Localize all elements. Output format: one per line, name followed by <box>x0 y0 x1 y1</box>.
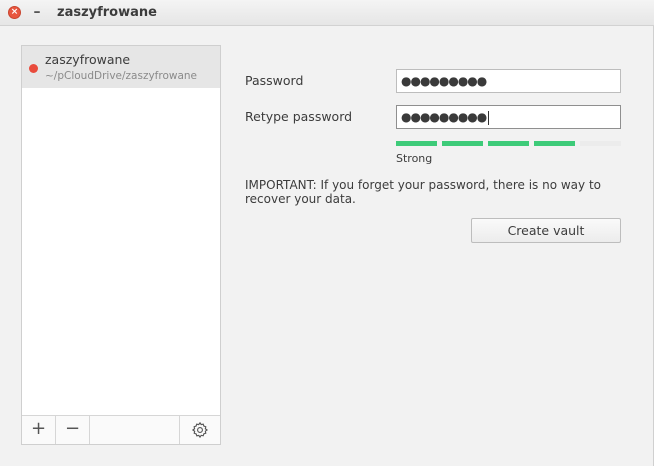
vault-list-toolbar: + − <box>22 415 220 444</box>
text-caret <box>488 110 490 125</box>
create-vault-button[interactable]: Create vault <box>471 218 621 243</box>
password-input[interactable]: ●●●●●●●●● <box>396 69 621 93</box>
vault-list: zaszyfrowane ~/pCloudDrive/zaszyfrowane … <box>21 45 221 445</box>
minimize-button[interactable]: – <box>30 4 44 20</box>
toolbar-spacer <box>90 416 180 444</box>
strength-segment <box>396 141 437 146</box>
vault-path: ~/pCloudDrive/zaszyfrowane <box>45 70 198 82</box>
vault-status-dot <box>29 64 38 73</box>
strength-segment <box>488 141 529 146</box>
vault-list-item[interactable]: zaszyfrowane ~/pCloudDrive/zaszyfrowane <box>22 46 220 88</box>
retype-password-input[interactable]: ●●●●●●●●● <box>396 105 621 129</box>
settings-button[interactable] <box>180 416 220 444</box>
important-warning: IMPORTANT: If you forget your password, … <box>245 178 601 206</box>
password-label: Password <box>245 73 304 88</box>
strength-segment <box>534 141 575 146</box>
vault-name: zaszyfrowane <box>45 52 131 67</box>
retype-password-label: Retype password <box>245 109 353 124</box>
strength-segment <box>442 141 483 146</box>
gear-icon <box>191 421 209 439</box>
title-bar: × – zaszyfrowane <box>0 0 654 26</box>
add-vault-button[interactable]: + <box>22 416 56 444</box>
remove-vault-button[interactable]: − <box>56 416 90 444</box>
password-input-value: ●●●●●●●●● <box>401 74 487 88</box>
strength-label: Strong <box>396 152 433 165</box>
app-window: × – zaszyfrowane zaszyfrowane ~/pCloudDr… <box>0 0 654 466</box>
window-title: zaszyfrowane <box>57 5 157 20</box>
retype-password-input-value: ●●●●●●●●● <box>401 110 487 124</box>
strength-segment <box>580 141 621 146</box>
close-button[interactable]: × <box>8 6 21 19</box>
